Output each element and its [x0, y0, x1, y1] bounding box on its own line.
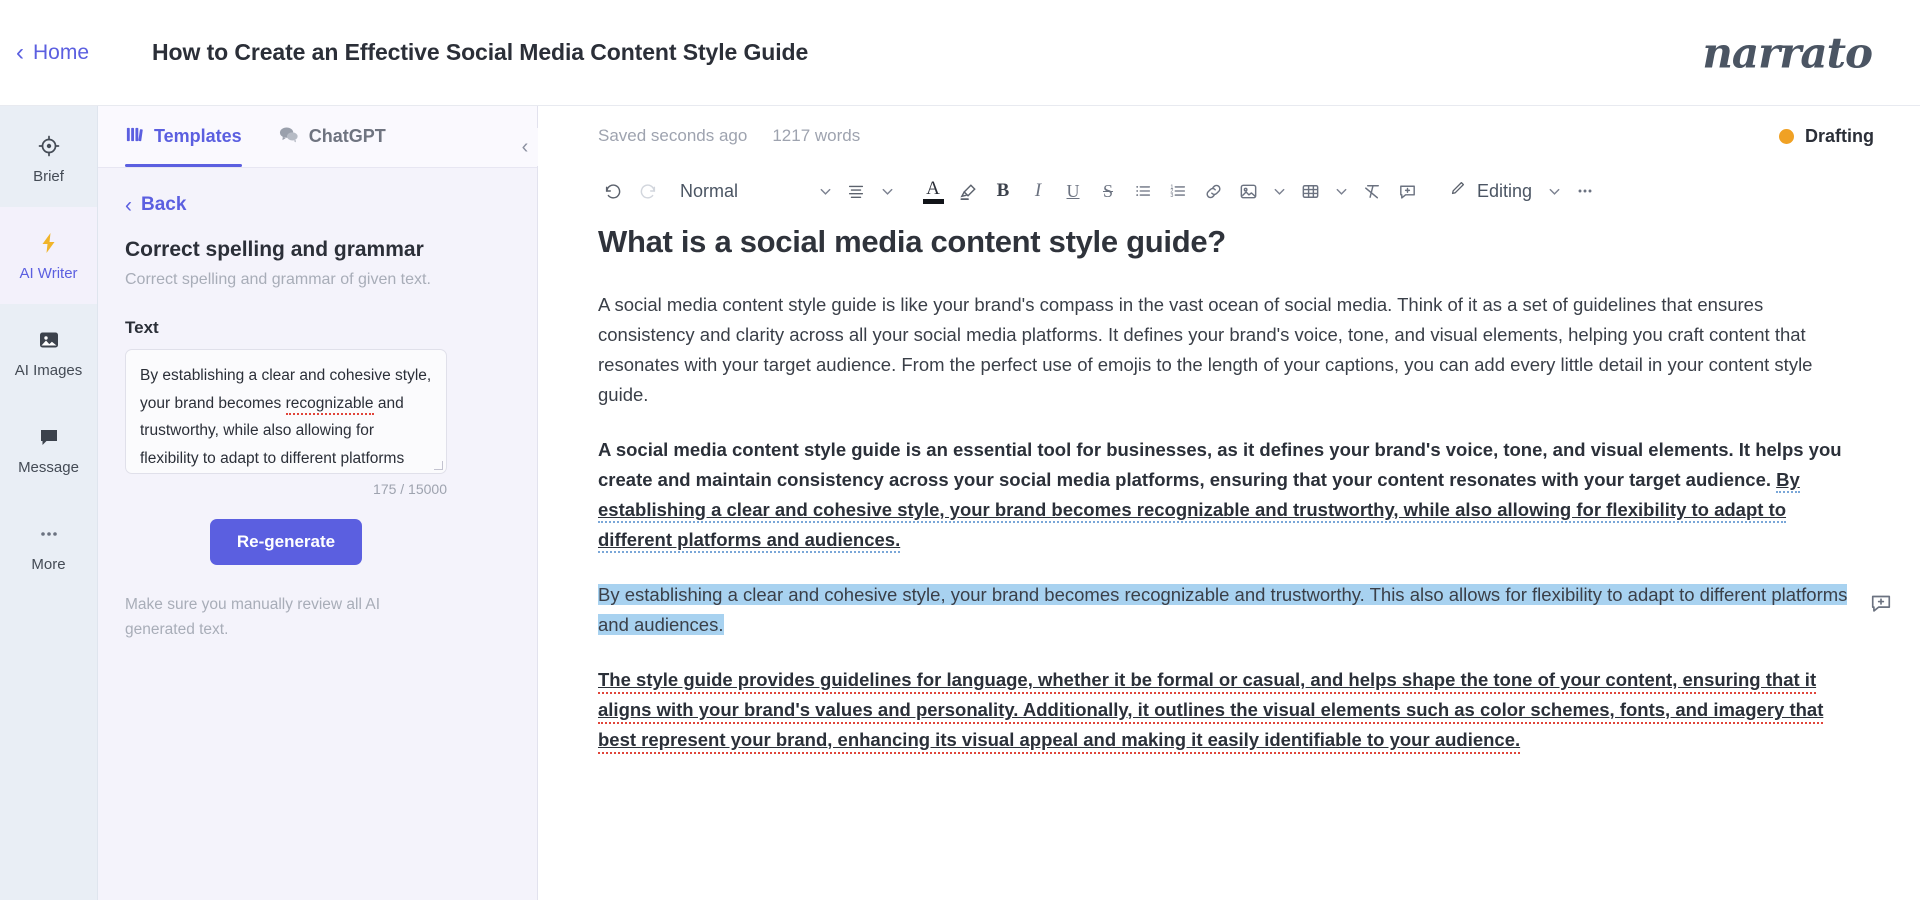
grammar-flagged-text[interactable]: The style guide provides guidelines for … [598, 668, 1824, 754]
back-label: Back [141, 194, 187, 215]
templates-icon [125, 125, 144, 149]
sidebar-item-more[interactable]: More [0, 498, 97, 595]
redo-icon[interactable] [631, 174, 665, 208]
lightning-icon [36, 230, 62, 256]
strikethrough-glyph: S [1103, 180, 1114, 201]
highlighter-icon[interactable] [951, 174, 985, 208]
underline-glyph: U [1066, 180, 1080, 201]
editor-toolbar: Normal A B I U S 1 2 3 Editing [538, 166, 1920, 216]
ellipsis-icon [36, 521, 62, 547]
back-button[interactable]: ‹ Back [125, 194, 510, 216]
template-panel: Templates ChatGPT ‹ ‹ Back Correct spell… [98, 106, 538, 900]
home-link[interactable]: ‹ Home [16, 38, 90, 66]
tab-label: ChatGPT [308, 126, 386, 146]
chevron-down-icon[interactable] [874, 174, 900, 208]
selected-text[interactable]: By establishing a clear and cohesive sty… [598, 583, 1848, 635]
undo-icon[interactable] [596, 174, 630, 208]
chevron-down-icon[interactable] [812, 174, 838, 208]
sidebar-item-label: AI Writer [19, 264, 78, 282]
template-title: Correct spelling and grammar [125, 238, 424, 261]
bullet-list-icon[interactable] [1126, 174, 1160, 208]
top-bar: ‹ Home How to Create an Effective Social… [0, 0, 1920, 106]
font-color-icon[interactable]: A [916, 174, 950, 208]
bold-glyph: B [996, 180, 1010, 201]
document-body[interactable]: What is a social media content style gui… [538, 216, 1920, 876]
paragraph-flagged: The style guide provides guidelines for … [598, 665, 1860, 755]
sidebar-item-message[interactable]: Message [0, 401, 97, 498]
panel-content: ‹ Back Correct spelling and grammar Corr… [98, 168, 537, 642]
regenerate-button[interactable]: Re-generate [209, 519, 363, 565]
editing-mode-label: Editing [1477, 180, 1533, 201]
paragraph-plain-part: A social media content style guide is an… [598, 438, 1842, 490]
paragraph-intro: A social media content style guide is li… [598, 294, 1813, 405]
chevron-down-icon[interactable] [1266, 174, 1292, 208]
ai-disclaimer: Make sure you manually review all AI gen… [125, 596, 381, 639]
editing-mode-button[interactable]: Editing [1440, 174, 1540, 208]
add-comment-floating-button[interactable] [1866, 588, 1896, 618]
text-input[interactable]: By establishing a clear and cohesive sty… [125, 349, 447, 474]
font-color-letter: A [926, 177, 940, 199]
clear-format-icon[interactable] [1355, 174, 1389, 208]
more-options-icon[interactable] [1568, 174, 1602, 208]
editor-status-bar: Saved seconds ago 1217 words Drafting [538, 106, 1920, 166]
editor-pane: Saved seconds ago 1217 words Drafting No… [538, 106, 1920, 900]
chevron-left-icon: ‹ [125, 193, 132, 217]
status-dot-icon [1779, 128, 1794, 144]
page-title: How to Create an Effective Social Media … [152, 39, 809, 65]
svg-text:3: 3 [1170, 193, 1173, 199]
sidebar-item-label: AI Images [14, 361, 83, 379]
pencil-icon [1448, 179, 1467, 203]
image-icon[interactable] [1231, 174, 1265, 208]
sidebar-item-ai-images[interactable]: AI Images [0, 304, 97, 401]
paragraph-style-dropdown[interactable]: Normal [666, 174, 748, 208]
tab-chatgpt[interactable]: ChatGPT [278, 106, 386, 167]
sidebar-item-label: Brief [33, 167, 64, 185]
left-rail: Brief AI Writer AI Images Message More [0, 106, 98, 900]
status-badge[interactable]: Drafting [1779, 126, 1874, 147]
chat-icon [278, 125, 299, 149]
character-counter: 175 / 15000 [373, 481, 447, 497]
paragraph-selected: By establishing a clear and cohesive sty… [598, 580, 1860, 640]
document-heading: What is a social media content style gui… [598, 224, 1226, 259]
chevron-down-icon[interactable] [1328, 174, 1354, 208]
tab-templates[interactable]: Templates [125, 106, 242, 167]
strikethrough-icon[interactable]: S [1091, 174, 1125, 208]
numbered-list-icon[interactable]: 123 [1161, 174, 1195, 208]
chevron-down-icon[interactable] [1541, 174, 1567, 208]
chevron-left-icon: ‹ [16, 38, 24, 66]
saved-status: Saved seconds ago [598, 126, 748, 145]
link-icon[interactable] [1196, 174, 1230, 208]
font-color-swatch [922, 198, 944, 204]
sidebar-item-brief[interactable]: Brief [0, 110, 97, 207]
tab-label: Templates [154, 126, 242, 146]
align-icon[interactable] [839, 174, 873, 208]
collapse-panel-button[interactable]: ‹ [512, 128, 538, 166]
sidebar-item-label: More [31, 555, 66, 573]
template-subtitle: Correct spelling and grammar of given te… [125, 271, 431, 288]
misspelled-word: recognizable [285, 394, 374, 415]
target-icon [36, 133, 62, 159]
chat-bubble-icon [36, 424, 62, 450]
status-label: Drafting [1805, 125, 1874, 146]
home-label: Home [33, 40, 90, 64]
main-layout: Brief AI Writer AI Images Message More T… [0, 106, 1920, 900]
text-field-label: Text [125, 318, 159, 337]
italic-icon[interactable]: I [1021, 174, 1055, 208]
add-comment-icon[interactable] [1390, 174, 1424, 208]
panel-tab-bar: Templates ChatGPT [98, 106, 537, 168]
table-icon[interactable] [1293, 174, 1327, 208]
paragraph-essential-tool: A social media content style guide is an… [598, 435, 1860, 555]
image-icon [36, 327, 62, 353]
word-count: 1217 words [772, 126, 861, 145]
italic-glyph: I [1034, 180, 1042, 201]
sidebar-item-ai-writer[interactable]: AI Writer [0, 207, 97, 304]
underline-icon[interactable]: U [1056, 174, 1090, 208]
narrato-logo: narrato [1702, 28, 1873, 77]
sidebar-item-label: Message [18, 458, 79, 476]
bold-icon[interactable]: B [986, 174, 1020, 208]
regenerate-row: Re-generate [125, 519, 447, 565]
resize-handle[interactable] [434, 461, 443, 470]
